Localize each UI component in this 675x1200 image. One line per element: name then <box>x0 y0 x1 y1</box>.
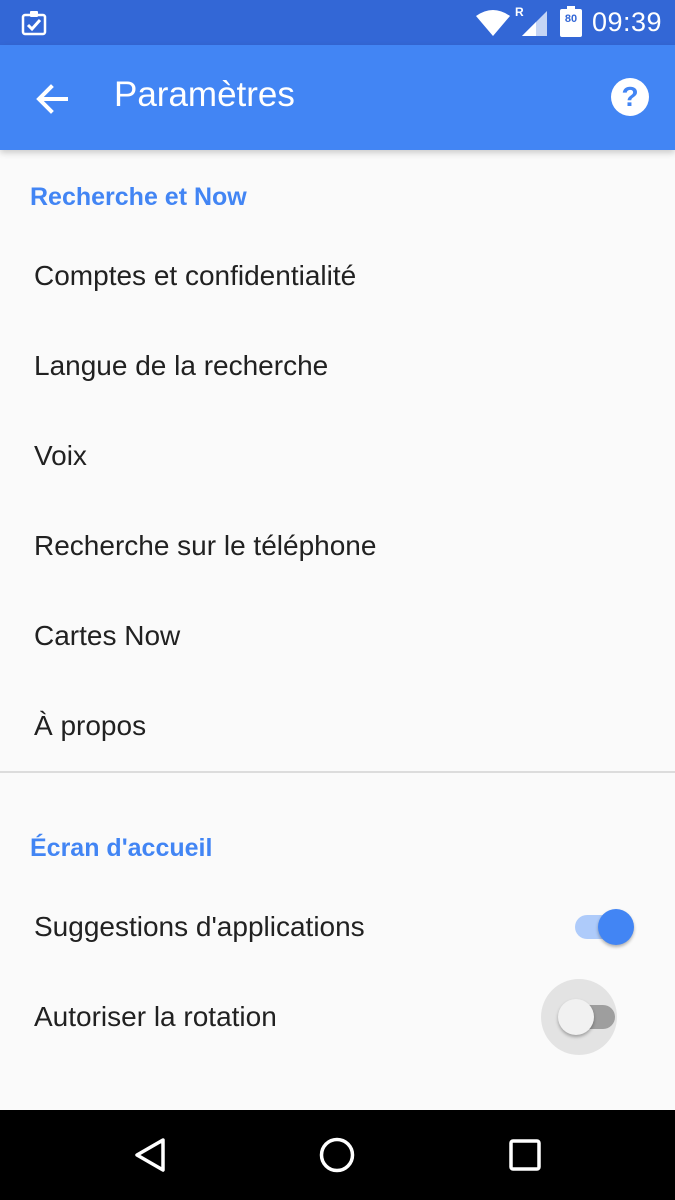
settings-item-label: Comptes et confidentialité <box>34 260 357 291</box>
settings-item-label: Suggestions d'applications <box>34 911 365 942</box>
wifi-icon <box>476 10 510 36</box>
back-triangle-icon <box>135 1138 165 1172</box>
status-bar: R 80 09:39 <box>0 0 675 45</box>
clock: 09:39 <box>592 7 663 37</box>
allow-rotation-toggle[interactable] <box>556 992 626 1042</box>
toggle-thumb <box>558 999 594 1035</box>
settings-item-now-cards[interactable]: Cartes Now <box>0 591 675 681</box>
battery-level: 80 <box>564 13 578 25</box>
settings-item-label: Voix <box>34 440 87 471</box>
settings-item-label: À propos <box>34 710 147 741</box>
nav-home-button[interactable] <box>317 1135 357 1175</box>
settings-item-label: Cartes Now <box>34 620 181 651</box>
signal-icon <box>522 11 547 36</box>
nav-back-button[interactable] <box>130 1135 170 1175</box>
back-button[interactable] <box>28 75 76 123</box>
task-check-icon <box>21 11 47 36</box>
settings-item-accounts-privacy[interactable]: Comptes et confidentialité <box>0 231 675 321</box>
arrow-back-icon <box>36 84 68 114</box>
page-title: Paramètres <box>114 75 295 114</box>
settings-item-about[interactable]: À propos <box>0 681 675 771</box>
home-circle-icon <box>319 1137 355 1173</box>
help-button[interactable]: ? <box>605 72 655 122</box>
app-suggestions-toggle[interactable] <box>572 902 642 952</box>
settings-item-label: Recherche sur le téléphone <box>34 530 377 561</box>
toggle-thumb <box>598 909 634 945</box>
settings-item-label: Langue de la recherche <box>34 350 329 381</box>
settings-item-phone-search[interactable]: Recherche sur le téléphone <box>0 501 675 591</box>
help-circle-icon: ? <box>611 78 649 116</box>
section-divider <box>0 771 675 773</box>
section-header-home-screen: Écran d'accueil <box>30 834 213 862</box>
settings-item-search-language[interactable]: Langue de la recherche <box>0 321 675 411</box>
app-bar: Paramètres ? <box>0 45 675 150</box>
nav-recents-button[interactable] <box>505 1135 545 1175</box>
svg-text:?: ? <box>621 81 638 112</box>
navigation-bar <box>0 1110 675 1200</box>
section-header-search-now: Recherche et Now <box>30 183 247 211</box>
settings-item-voice[interactable]: Voix <box>0 411 675 501</box>
settings-item-label: Autoriser la rotation <box>34 1001 277 1032</box>
recents-square-icon <box>509 1139 541 1171</box>
